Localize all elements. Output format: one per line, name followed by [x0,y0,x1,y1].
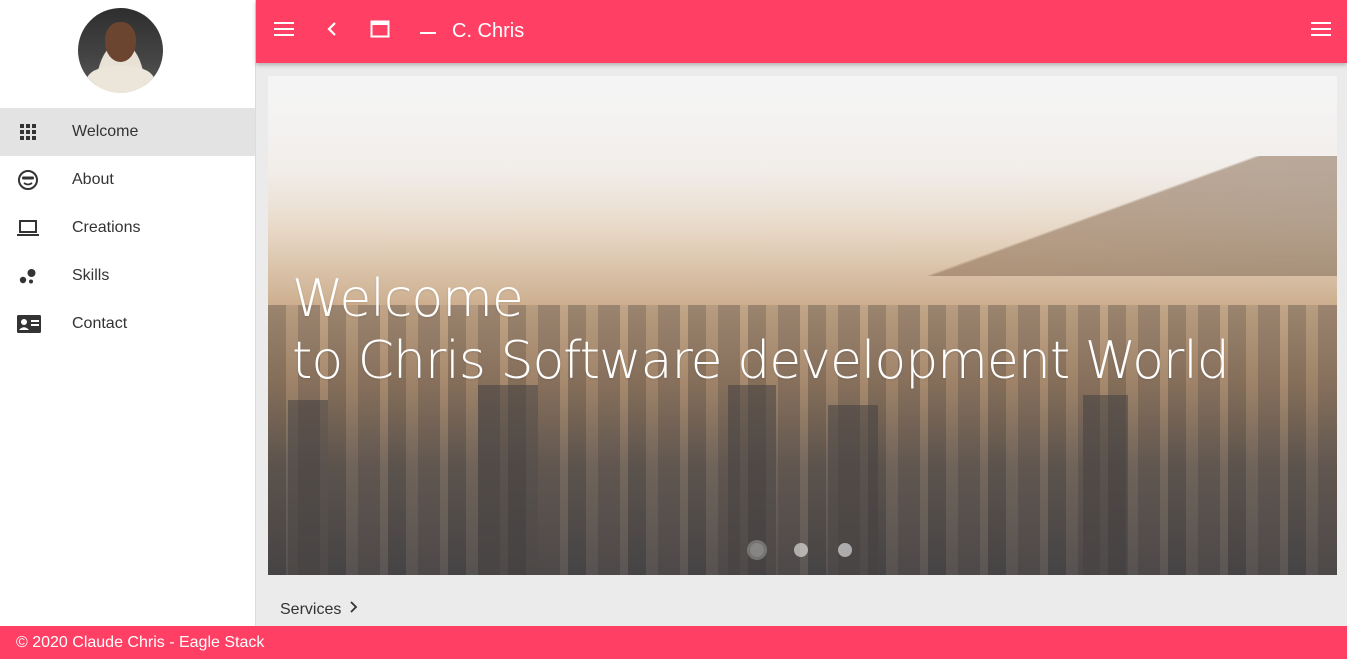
sidebar: Welcome About Creations Skills Contact [0,0,256,626]
page-title: C. Chris [452,20,525,42]
sidebar-item-label: About [72,171,114,188]
sidebar-item-skills[interactable]: Skills [0,252,255,300]
hero-building [1083,395,1128,575]
sidebar-item-label: Welcome [72,123,139,140]
grid-icon [0,120,72,144]
hero-carousel[interactable]: Welcome to Chris Software development Wo… [268,76,1337,575]
sidebar-nav: Welcome About Creations Skills Contact [0,108,255,348]
hero-hill [917,156,1337,276]
contact-card-icon [0,312,72,336]
hero-heading: Welcome to Chris Software development Wo… [292,268,1230,392]
menu-button[interactable] [272,19,296,43]
menu-icon [274,21,294,42]
services-label: Services [280,600,342,618]
hero-heading-line-2: to Chris Software development World [292,331,1230,391]
back-chevron-icon [326,21,338,42]
avatar-shirt [86,66,155,93]
hero-heading-line-1: Welcome [292,269,524,329]
hero-building [288,400,328,575]
bubbles-icon [0,264,72,288]
maximize-button[interactable] [368,19,392,43]
services-link[interactable]: Services [280,600,359,619]
minimize-dash-icon [420,22,436,40]
footer: © 2020 Claude Chris - Eagle Stack [0,626,1347,659]
hero-building [478,385,538,575]
menu-icon [1311,21,1331,42]
maximize-window-icon [370,20,390,43]
sidebar-item-creations[interactable]: Creations [0,204,255,252]
cool-face-icon [0,168,72,192]
avatar-face [105,22,136,62]
back-button[interactable] [320,19,344,43]
avatar[interactable] [78,8,163,93]
sidebar-item-welcome[interactable]: Welcome [0,108,255,156]
sidebar-item-contact[interactable]: Contact [0,300,255,348]
laptop-icon [0,216,72,240]
sidebar-item-label: Contact [72,315,128,332]
carousel-dot[interactable] [750,543,764,557]
copyright-text: © 2020 Claude Chris - Eagle Stack [16,633,265,651]
chevron-right-icon [341,600,359,619]
options-menu-button[interactable] [1309,19,1333,43]
minimize-button[interactable] [416,19,440,43]
carousel-dot[interactable] [838,543,852,557]
sidebar-item-about[interactable]: About [0,156,255,204]
sidebar-item-label: Skills [72,267,110,284]
carousel-dot[interactable] [794,543,808,557]
carousel-indicators [750,543,852,557]
app-toolbar: C. Chris [256,0,1347,63]
sidebar-item-label: Creations [72,219,141,236]
